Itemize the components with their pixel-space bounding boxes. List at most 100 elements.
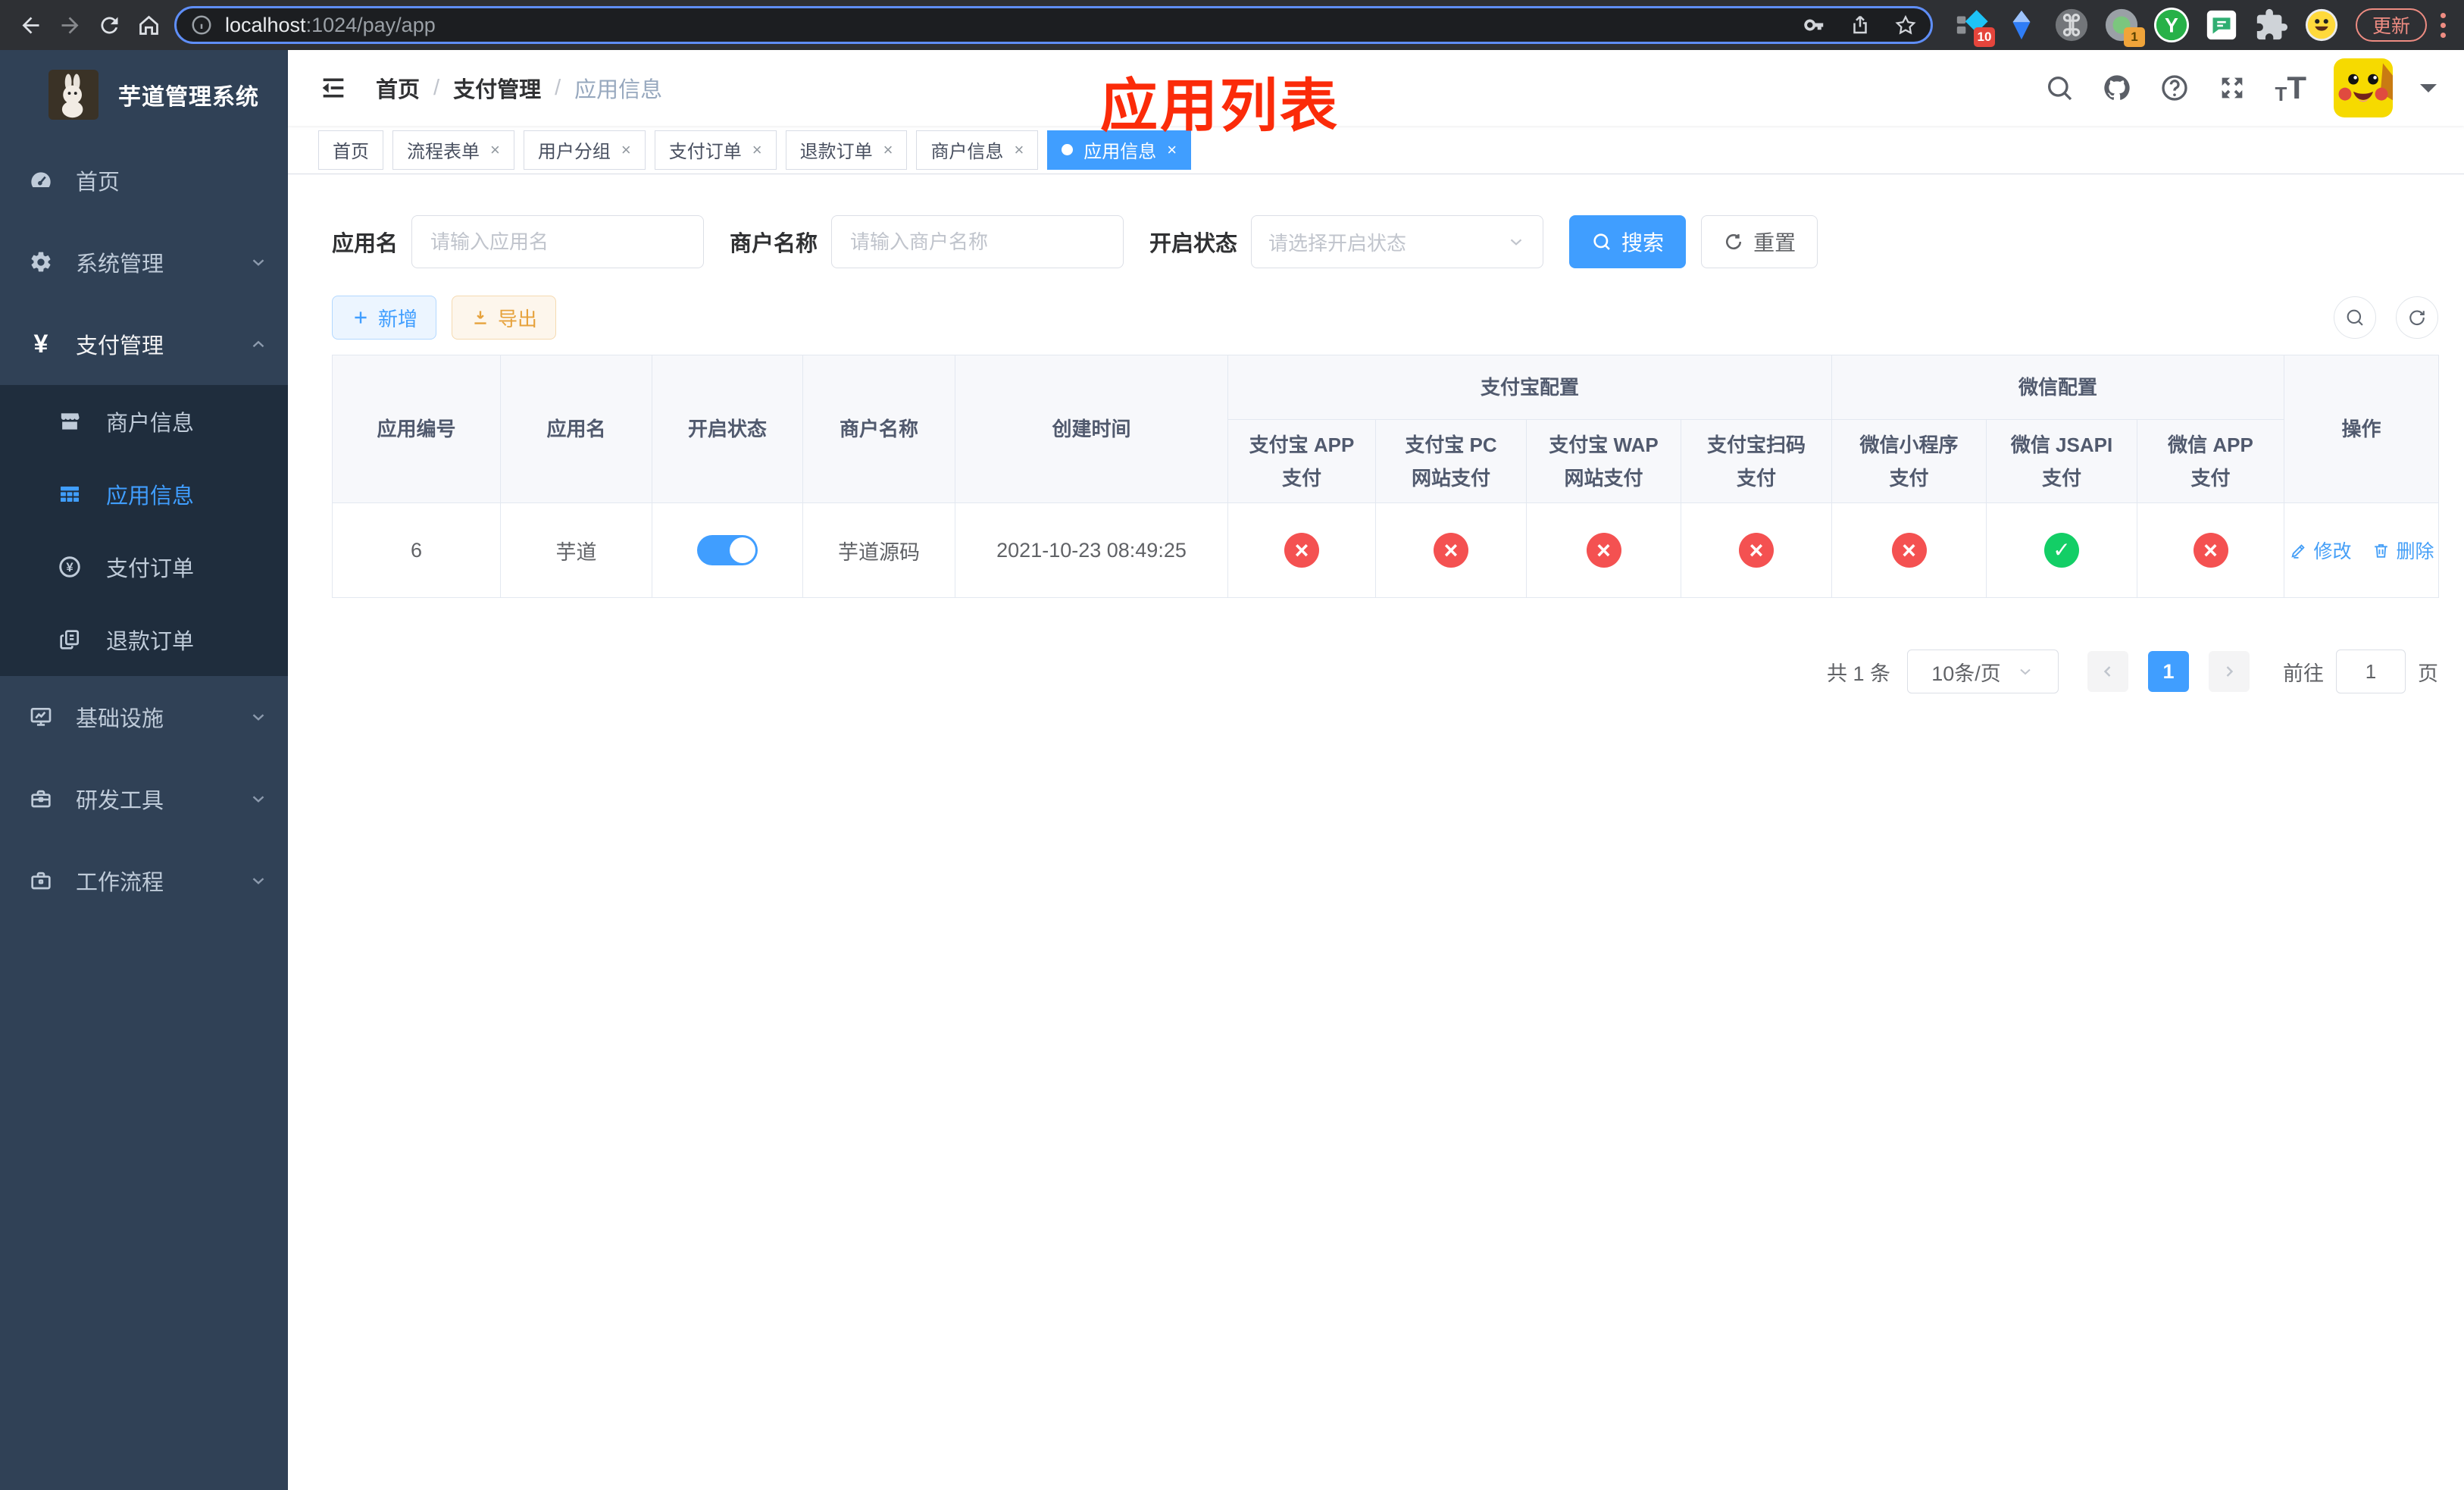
export-button[interactable]: 导出 xyxy=(452,296,557,340)
password-key-icon[interactable] xyxy=(1803,14,1826,36)
tab-refund-orders[interactable]: 退款订单 × xyxy=(785,130,908,170)
logo-image xyxy=(48,70,98,120)
font-size-icon[interactable]: TT xyxy=(2275,72,2306,105)
browser-forward-button[interactable] xyxy=(50,5,89,45)
tab-home[interactable]: 首页 xyxy=(318,130,383,170)
extension-blue-diamond-icon[interactable]: 10 xyxy=(1954,8,1995,47)
sidebar-collapse-icon[interactable] xyxy=(318,73,349,103)
sidebar-item-home[interactable]: 首页 xyxy=(0,139,288,221)
extension-y-icon[interactable]: Y xyxy=(2153,8,2189,42)
extension-command-icon[interactable] xyxy=(2054,8,2089,42)
wx-mini-status-badge[interactable] xyxy=(1891,533,1927,568)
wx-jsapi-status-badge[interactable] xyxy=(2044,533,2080,568)
search-button-label: 搜索 xyxy=(1621,231,1665,255)
extension-chat-icon[interactable] xyxy=(2204,8,2239,42)
next-page-button[interactable] xyxy=(2209,651,2250,692)
wx-app-status-badge[interactable] xyxy=(2193,533,2228,568)
close-icon[interactable]: × xyxy=(752,141,762,158)
site-info-icon[interactable] xyxy=(190,14,213,36)
extensions-puzzle-icon[interactable] xyxy=(2254,8,2289,42)
page-size-select[interactable]: 10条/页 xyxy=(1907,650,2059,693)
sidebar-item-refund-orders[interactable]: 退款订单 xyxy=(0,603,288,676)
app-name-label: 应用名 xyxy=(332,232,399,256)
tab-label: 支付订单 xyxy=(668,142,742,162)
toggle-search-button[interactable] xyxy=(2334,296,2376,339)
url-text: localhost:1024/pay/app xyxy=(225,13,436,36)
sidebar-item-system[interactable]: 系统管理 xyxy=(0,221,288,303)
alipay-qr-status-badge[interactable] xyxy=(1739,533,1774,568)
browser-menu-icon[interactable] xyxy=(2433,12,2453,38)
refresh-icon xyxy=(1726,233,1742,250)
browser-profile-avatar[interactable] xyxy=(2304,8,2339,42)
col-wx-app: 微信 APP 支付 xyxy=(2137,419,2285,503)
page-number-button[interactable]: 1 xyxy=(2148,651,2189,692)
address-bar[interactable]: localhost:1024/pay/app xyxy=(174,6,1933,44)
close-icon[interactable]: × xyxy=(1167,141,1177,158)
document-copy-icon xyxy=(58,628,82,652)
payment-submenu: 商户信息 应用信息 ¥ 支付订单 退款订单 xyxy=(0,385,288,676)
edit-link[interactable]: 修改 xyxy=(2289,537,2352,564)
reset-button[interactable]: 重置 xyxy=(1701,215,1818,268)
breadcrumb-payment[interactable]: 支付管理 xyxy=(453,72,541,104)
reset-button-label: 重置 xyxy=(1753,231,1796,255)
sidebar-item-app-info[interactable]: 应用信息 xyxy=(0,458,288,531)
prev-page-button[interactable] xyxy=(2087,651,2128,692)
breadcrumb-current: 应用信息 xyxy=(574,78,663,102)
alipay-wap-status-badge[interactable] xyxy=(1586,533,1621,568)
help-icon[interactable] xyxy=(2159,73,2190,103)
extension-gem-icon[interactable] xyxy=(2004,8,2039,42)
merchant-name-input[interactable] xyxy=(831,215,1124,268)
browser-back-button[interactable] xyxy=(11,5,50,45)
sidebar-logo[interactable]: 芋道管理系统 xyxy=(0,50,288,139)
chevron-left-icon xyxy=(2103,666,2111,677)
refresh-table-button[interactable] xyxy=(2396,296,2438,339)
browser-update-button[interactable]: 更新 xyxy=(2355,8,2427,42)
col-alipay-wap: 支付宝 WAP 网站支付 xyxy=(1526,419,1681,503)
tab-user-group[interactable]: 用户分组 × xyxy=(523,130,646,170)
caret-down-icon[interactable] xyxy=(2420,84,2437,101)
bookmark-star-icon[interactable] xyxy=(1894,14,1917,36)
share-icon[interactable] xyxy=(1849,14,1871,36)
app-name-input[interactable] xyxy=(411,215,705,268)
pencil-icon xyxy=(2290,543,2305,559)
close-icon[interactable]: × xyxy=(621,141,631,158)
sidebar-item-workflow[interactable]: 工作流程 xyxy=(0,840,288,922)
sidebar-item-payment[interactable]: ¥ 支付管理 xyxy=(0,303,288,385)
cell-app-id: 6 xyxy=(332,502,501,598)
tab-merchant-info[interactable]: 商户信息 × xyxy=(916,130,1039,170)
storefront-icon xyxy=(58,409,82,434)
github-icon[interactable] xyxy=(2102,73,2132,103)
briefcase-icon xyxy=(29,869,53,893)
browser-home-button[interactable] xyxy=(129,5,168,45)
header-search-icon[interactable] xyxy=(2044,73,2075,103)
sidebar-item-dev-tools[interactable]: 研发工具 xyxy=(0,758,288,840)
close-icon[interactable]: × xyxy=(490,141,500,158)
user-avatar[interactable] xyxy=(2334,58,2393,117)
status-select[interactable]: 请选择开启状态 xyxy=(1251,215,1544,268)
status-toggle[interactable] xyxy=(697,535,758,565)
extension-recorder-icon[interactable]: 1 xyxy=(2104,8,2145,47)
fullscreen-icon[interactable] xyxy=(2217,73,2247,103)
sidebar-item-label: 系统管理 xyxy=(76,252,164,277)
pagination-total: 共 1 条 xyxy=(1826,662,1890,685)
tags-view-bar: 首页 流程表单 × 用户分组 × 支付订单 × 退款订单 × 商户信息 × 应用信息 × xyxy=(288,126,2464,174)
breadcrumb-home[interactable]: 首页 xyxy=(376,72,420,104)
search-button[interactable]: 搜索 xyxy=(1569,215,1687,268)
sidebar-item-infrastructure[interactable]: 基础设施 xyxy=(0,676,288,758)
delete-link[interactable]: 删除 xyxy=(2372,537,2434,564)
add-button[interactable]: 新增 xyxy=(332,296,437,340)
goto-page-input[interactable] xyxy=(2336,650,2406,693)
alipay-app-status-badge[interactable] xyxy=(1284,533,1319,568)
browser-toolbar: localhost:1024/pay/app 10 1 Y 更新 xyxy=(0,0,2464,50)
add-button-label: 新增 xyxy=(378,307,418,330)
close-icon[interactable]: × xyxy=(1014,141,1024,158)
grid-table-icon xyxy=(58,482,82,506)
cell-app-name: 芋道 xyxy=(500,502,652,598)
alipay-pc-status-badge[interactable] xyxy=(1434,533,1468,568)
sidebar-item-merchant-info[interactable]: 商户信息 xyxy=(0,385,288,458)
close-icon[interactable]: × xyxy=(883,141,893,158)
browser-reload-button[interactable] xyxy=(89,5,129,45)
tab-process-form[interactable]: 流程表单 × xyxy=(392,130,514,170)
sidebar-item-pay-orders[interactable]: ¥ 支付订单 xyxy=(0,531,288,603)
tab-pay-orders[interactable]: 支付订单 × xyxy=(654,130,777,170)
